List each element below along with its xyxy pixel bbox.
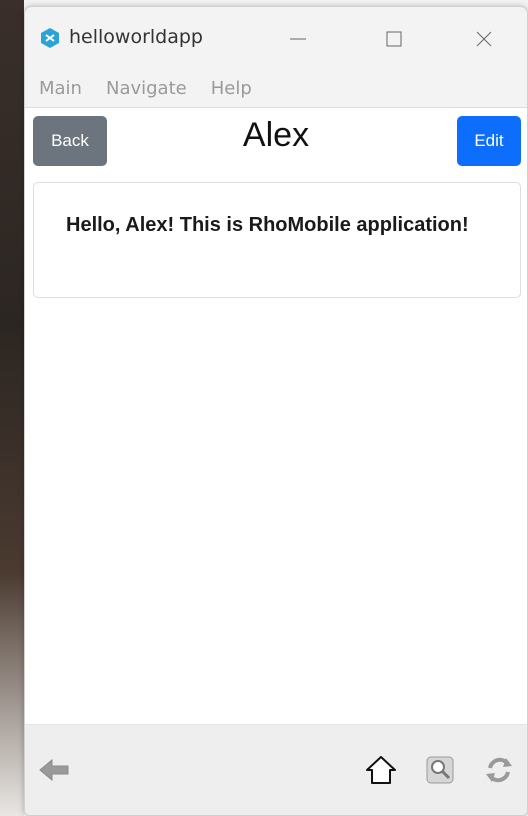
- main-content: Hello, Alex! This is RhoMobile applicati…: [25, 174, 527, 725]
- page-title: Alex: [242, 116, 310, 154]
- menu-item-navigate[interactable]: Navigate: [106, 78, 187, 99]
- maximize-icon[interactable]: [371, 21, 417, 57]
- search-icon[interactable]: [423, 753, 459, 787]
- window-title: helloworldapp: [69, 26, 203, 48]
- menu-item-help[interactable]: Help: [211, 78, 252, 99]
- desktop-background: [0, 0, 24, 816]
- menu-item-main[interactable]: Main: [39, 78, 82, 99]
- greeting-message: Hello, Alex! This is RhoMobile applicati…: [66, 214, 469, 236]
- refresh-icon[interactable]: [481, 753, 517, 787]
- close-icon[interactable]: [461, 21, 507, 57]
- edit-button[interactable]: Edit: [457, 116, 521, 166]
- message-card: Hello, Alex! This is RhoMobile applicati…: [33, 182, 521, 298]
- back-arrow-icon[interactable]: [37, 753, 73, 787]
- home-icon[interactable]: [363, 753, 399, 787]
- minimize-icon[interactable]: [275, 21, 321, 57]
- menu-bar: Main Navigate Help: [25, 69, 527, 108]
- app-window: helloworldapp Main Navigate Help Back Al…: [24, 6, 528, 816]
- app-logo-icon: [39, 27, 61, 49]
- title-bar: helloworldapp: [25, 7, 527, 69]
- page-header: Back Alex Edit: [25, 108, 527, 175]
- bottom-toolbar: [25, 724, 527, 815]
